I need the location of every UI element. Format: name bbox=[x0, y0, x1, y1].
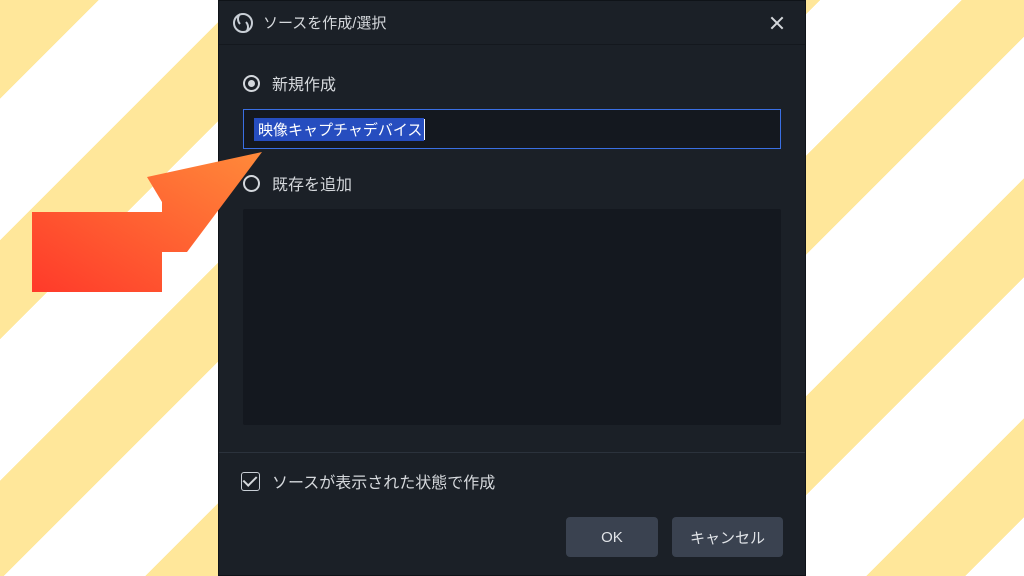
dialog-titlebar: ソースを作成/選択 bbox=[219, 1, 805, 45]
add-existing-label: 既存を追加 bbox=[272, 171, 352, 195]
radio-unselected-icon bbox=[243, 175, 260, 192]
close-button[interactable] bbox=[761, 9, 793, 37]
dialog-buttons: OK キャンセル bbox=[241, 517, 783, 557]
checkbox-checked-icon bbox=[241, 472, 260, 491]
ok-button[interactable]: OK bbox=[566, 517, 658, 557]
make-visible-label: ソースが表示された状態で作成 bbox=[272, 469, 495, 493]
create-new-label: 新規作成 bbox=[272, 71, 336, 95]
cancel-button[interactable]: キャンセル bbox=[672, 517, 783, 557]
create-source-dialog: ソースを作成/選択 新規作成 映像キャプチャデバイス 既存を追加 ソースが表示さ… bbox=[218, 0, 806, 576]
text-cursor bbox=[424, 119, 425, 140]
dialog-body: 新規作成 映像キャプチャデバイス 既存を追加 bbox=[219, 45, 805, 452]
close-icon bbox=[770, 16, 784, 30]
dialog-footer: ソースが表示された状態で作成 OK キャンセル bbox=[219, 452, 805, 575]
add-existing-radio-row[interactable]: 既存を追加 bbox=[243, 171, 781, 195]
create-new-radio-row[interactable]: 新規作成 bbox=[243, 71, 781, 95]
dialog-title: ソースを作成/選択 bbox=[263, 12, 761, 33]
source-name-input[interactable]: 映像キャプチャデバイス bbox=[243, 109, 781, 149]
make-visible-checkbox-row[interactable]: ソースが表示された状態で作成 bbox=[241, 469, 783, 493]
existing-sources-list[interactable] bbox=[243, 209, 781, 425]
radio-selected-icon bbox=[243, 75, 260, 92]
obs-icon bbox=[233, 13, 253, 33]
input-selected-text: 映像キャプチャデバイス bbox=[254, 118, 424, 141]
